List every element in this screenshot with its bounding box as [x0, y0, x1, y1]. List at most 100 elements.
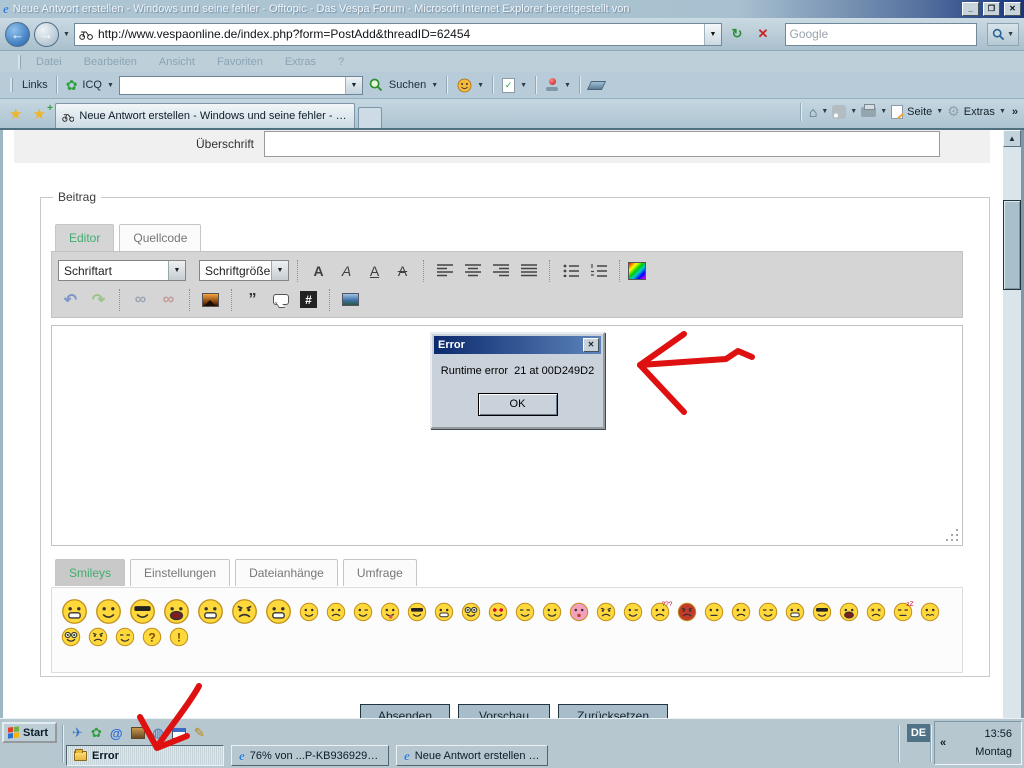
suchen-button[interactable]: Suchen — [389, 79, 426, 91]
font-select-arrow-icon[interactable]: ▼ — [168, 261, 185, 280]
url-text[interactable]: http://www.vespaonline.de/index.php?form… — [98, 27, 699, 41]
smiley-confused[interactable]: ??? — [650, 602, 670, 622]
smiley-in-love[interactable] — [488, 602, 508, 622]
justify-button[interactable] — [516, 259, 541, 283]
extras-menu[interactable]: Extras — [964, 106, 995, 118]
stop-button[interactable]: ✕ — [752, 23, 774, 45]
page-menu-icon[interactable] — [891, 105, 903, 119]
smiley-cool-lying[interactable] — [129, 598, 156, 625]
vorschau-button[interactable]: Vorschau — [458, 704, 550, 718]
overflow-chevron[interactable]: » — [1010, 106, 1020, 118]
games-dropdown-icon[interactable]: ▼ — [564, 82, 571, 89]
address-dropdown-icon[interactable]: ▼ — [704, 24, 721, 45]
quote-button[interactable]: ” — [240, 288, 265, 312]
insert-link-button[interactable]: ∞ — [128, 288, 153, 312]
add-favorite-icon[interactable]: ★ — [27, 105, 50, 123]
close-button[interactable]: ✕ — [1004, 2, 1021, 16]
bold-button[interactable]: A — [306, 259, 331, 283]
smiley-devil[interactable] — [677, 602, 697, 622]
links-button[interactable]: Links — [22, 79, 48, 91]
checkpage-icon[interactable]: ✓ — [502, 78, 515, 93]
toolbar-grip[interactable] — [10, 78, 13, 92]
smiley-cheer-thumbs[interactable] — [197, 598, 224, 625]
smiley-mischief[interactable] — [88, 627, 108, 647]
smiley-laugh[interactable] — [839, 602, 859, 622]
language-indicator[interactable]: DE — [907, 724, 930, 742]
rss-feed-icon[interactable] — [832, 105, 846, 119]
zuruecksetzen-button[interactable]: Zurücksetzen — [558, 704, 668, 718]
games-joystick-icon[interactable] — [545, 78, 559, 92]
tab-editor[interactable]: Editor — [55, 224, 114, 251]
extras-dropdown-icon[interactable]: ▼ — [999, 108, 1006, 115]
error-dialog-titlebar[interactable]: Error ✕ — [434, 336, 601, 354]
seite-dropdown-icon[interactable]: ▼ — [936, 108, 943, 115]
scroll-up-icon[interactable]: ▲ — [1003, 130, 1021, 147]
size-select-arrow-icon[interactable]: ▼ — [271, 261, 288, 280]
font-color-button[interactable] — [628, 262, 646, 280]
code-button[interactable]: # — [296, 288, 321, 312]
clock-app-icon[interactable]: @ — [110, 726, 123, 741]
eraser-icon[interactable] — [587, 81, 606, 90]
redo-button[interactable]: ↷ — [86, 288, 111, 312]
smiley-thumbs-up[interactable] — [785, 602, 805, 622]
smiley-shrug[interactable] — [265, 598, 292, 625]
smiley-content[interactable] — [115, 627, 135, 647]
menu-ansicht[interactable]: Ansicht — [148, 56, 206, 68]
print-dropdown-icon[interactable]: ▼ — [880, 108, 887, 115]
search-options-dropdown-icon[interactable]: ▼ — [1007, 31, 1014, 38]
spoiler-bubble-button[interactable] — [268, 288, 293, 312]
print-icon[interactable] — [861, 107, 876, 117]
taskbar-button-forum[interactable]: e Neue Antwort erstellen - ... — [396, 745, 548, 766]
smiley-neutral[interactable] — [704, 602, 724, 622]
smiley-wink[interactable] — [353, 602, 373, 622]
smiley-smile[interactable] — [299, 602, 319, 622]
absenden-button[interactable]: Absenden — [360, 704, 450, 718]
launcher-icon[interactable]: ✈ — [72, 725, 83, 741]
minimize-button[interactable]: _ — [962, 2, 979, 16]
smiley-angry[interactable] — [596, 602, 616, 622]
heading-input[interactable] — [264, 131, 940, 157]
tab-dateianhaenge[interactable]: Dateianhänge — [235, 559, 338, 586]
tab-umfrage[interactable]: Umfrage — [343, 559, 417, 586]
google-search-input[interactable]: Google — [785, 23, 977, 46]
font-select[interactable]: Schriftart ▼ — [58, 260, 186, 281]
toolbar-grip[interactable] — [18, 55, 21, 69]
taskbar-button-download[interactable]: e 76% von ...P-KB936929-S... — [231, 745, 389, 766]
start-button[interactable]: Start — [2, 722, 57, 743]
home-icon[interactable]: ⌂ — [809, 104, 817, 120]
paint-app-icon[interactable]: ✎ — [194, 725, 205, 741]
smiley-tongue[interactable] — [380, 602, 400, 622]
google-search-button[interactable]: ▼ — [987, 23, 1019, 46]
combobox-dropdown-icon[interactable]: ▼ — [345, 77, 362, 94]
window-app-icon[interactable] — [172, 728, 186, 739]
smiley-nerd[interactable] — [61, 627, 81, 647]
ordered-list-button[interactable] — [586, 259, 611, 283]
tray-collapse-chevron[interactable]: « — [940, 737, 946, 749]
unordered-list-button[interactable] — [558, 259, 583, 283]
restore-button[interactable]: ❐ — [983, 2, 1000, 16]
smiley-monocle[interactable] — [623, 602, 643, 622]
smiley-giggle[interactable] — [542, 602, 562, 622]
align-center-button[interactable] — [460, 259, 485, 283]
smiley-big-eyes[interactable] — [461, 602, 481, 622]
smiley-knotted[interactable] — [866, 602, 886, 622]
smiley-cheeky[interactable] — [758, 602, 778, 622]
history-dropdown-icon[interactable]: ▼ — [63, 31, 70, 38]
taskbar-button-error[interactable]: Error — [66, 745, 224, 766]
smiley-scream[interactable] — [163, 598, 190, 625]
smiley-tool-icon[interactable] — [456, 77, 472, 93]
icq-dropdown-icon[interactable]: ▼ — [107, 82, 114, 89]
align-right-button[interactable] — [488, 259, 513, 283]
resize-grip[interactable] — [944, 527, 960, 543]
tab-einstellungen[interactable]: Einstellungen — [130, 559, 230, 586]
menu-favoriten[interactable]: Favoriten — [206, 56, 274, 68]
menu-bearbeiten[interactable]: Bearbeiten — [73, 56, 148, 68]
smiley-cool[interactable] — [407, 602, 427, 622]
smiley-grin[interactable] — [434, 602, 454, 622]
smiley-frozen[interactable] — [920, 602, 940, 622]
refresh-button[interactable]: ↻ — [726, 23, 748, 45]
tab-smileys[interactable]: Smileys — [55, 559, 125, 586]
underline-button[interactable]: A — [362, 259, 387, 283]
smiley-smug[interactable] — [515, 602, 535, 622]
favorites-star-icon[interactable]: ★ — [4, 105, 27, 123]
